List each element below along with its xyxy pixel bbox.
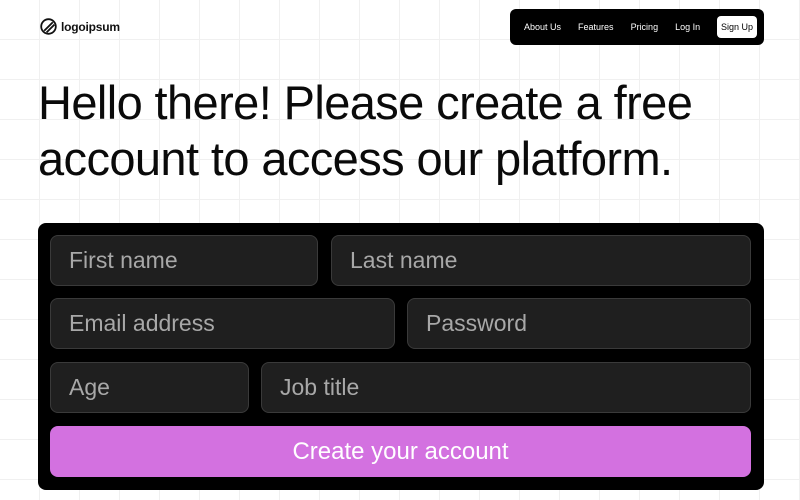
headline-line-1: Hello there! Please create a free (38, 76, 693, 129)
page-headline: Hello there! Please create a free accoun… (38, 75, 778, 187)
sign-up-button[interactable]: Sign Up (717, 16, 757, 38)
nav-link-pricing[interactable]: Pricing (631, 22, 659, 32)
top-nav: About Us Features Pricing Log In Sign Up (510, 9, 764, 45)
nav-link-features[interactable]: Features (578, 22, 614, 32)
last-name-input[interactable] (331, 235, 751, 286)
brand-logo[interactable]: logoipsum (40, 18, 120, 35)
logo-mark-icon (40, 18, 57, 35)
password-input[interactable] (407, 298, 751, 349)
headline-line-2: account to access our platform. (38, 132, 673, 185)
nav-link-about-us[interactable]: About Us (524, 22, 561, 32)
email-input[interactable] (50, 298, 395, 349)
age-input[interactable] (50, 362, 249, 413)
job-title-input[interactable] (261, 362, 751, 413)
brand-name: logoipsum (61, 19, 120, 34)
create-account-button[interactable]: Create your account (50, 426, 751, 477)
nav-link-log-in[interactable]: Log In (675, 22, 700, 32)
first-name-input[interactable] (50, 235, 318, 286)
signup-form: Create your account (38, 223, 764, 490)
